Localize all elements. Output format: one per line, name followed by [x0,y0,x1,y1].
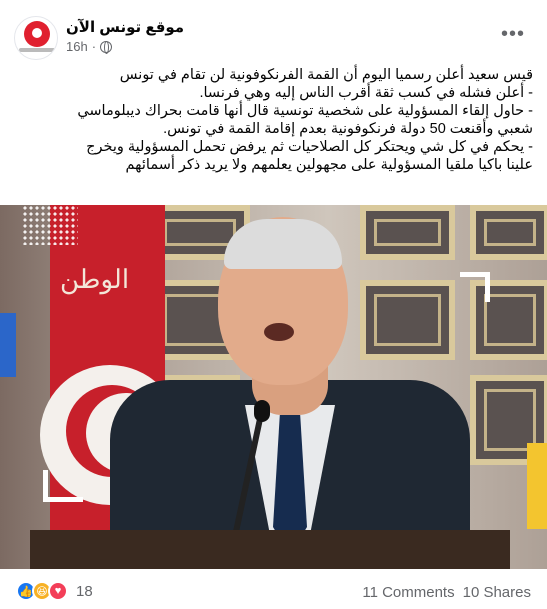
post-text: قيس سعيد أعلن رسميا اليوم أن القمة الفرن… [10,66,533,174]
background-window [360,280,455,360]
post-meta: 16h · [66,39,113,54]
frame-corner-decoration [43,470,83,502]
dot-pattern-decoration [22,205,78,245]
shares-link[interactable]: 10 Shares [463,584,531,601]
podium [30,530,510,569]
reaction-count: 18 [76,582,93,600]
frame-corner-decoration [460,272,490,302]
yellow-bar-decoration [527,443,547,529]
love-icon: ♥ [48,581,68,601]
comments-link[interactable]: 11 Comments [362,584,454,601]
post-photo[interactable]: الوطن [0,205,547,569]
page-logo-icon [24,21,50,47]
post-line: - يحكم في كل شي ويحتكر كل الصلاحيات ثم ي… [86,139,533,155]
background-window [470,205,547,260]
reactions-summary[interactable]: 👍 😆 ♥ 18 [16,581,93,601]
page-avatar[interactable] [14,16,58,60]
post-header: موقع تونس الآن 16h · ••• [0,8,547,60]
post-line: - حاول إلقاء المسؤولية على شخصية تونسية … [77,103,533,119]
post-line: قيس سعيد أعلن رسميا اليوم أن القمة الفرن… [119,67,533,83]
engagement-stats: 11 Comments 10 Shares [362,584,531,601]
post-line: علينا باكيا ملقيا المسؤولية على مجهولين … [125,157,533,173]
page-name-link[interactable]: موقع تونس الآن [66,18,184,36]
background-window [360,205,455,260]
flag-text: الوطن [60,265,130,295]
blue-bar-decoration [0,313,16,377]
globe-icon [100,40,113,54]
post-timestamp[interactable]: 16h [66,39,88,54]
more-options-icon[interactable]: ••• [493,22,533,46]
post-footer: 👍 😆 ♥ 18 11 Comments 10 Shares [0,575,547,609]
post-line: شعبي وأقنعت 50 دولة فرنكوفونية بعدم إقام… [163,121,533,137]
post-line: - أعلن فشله في كسب ثقة أقرب الناس إليه و… [199,85,533,101]
